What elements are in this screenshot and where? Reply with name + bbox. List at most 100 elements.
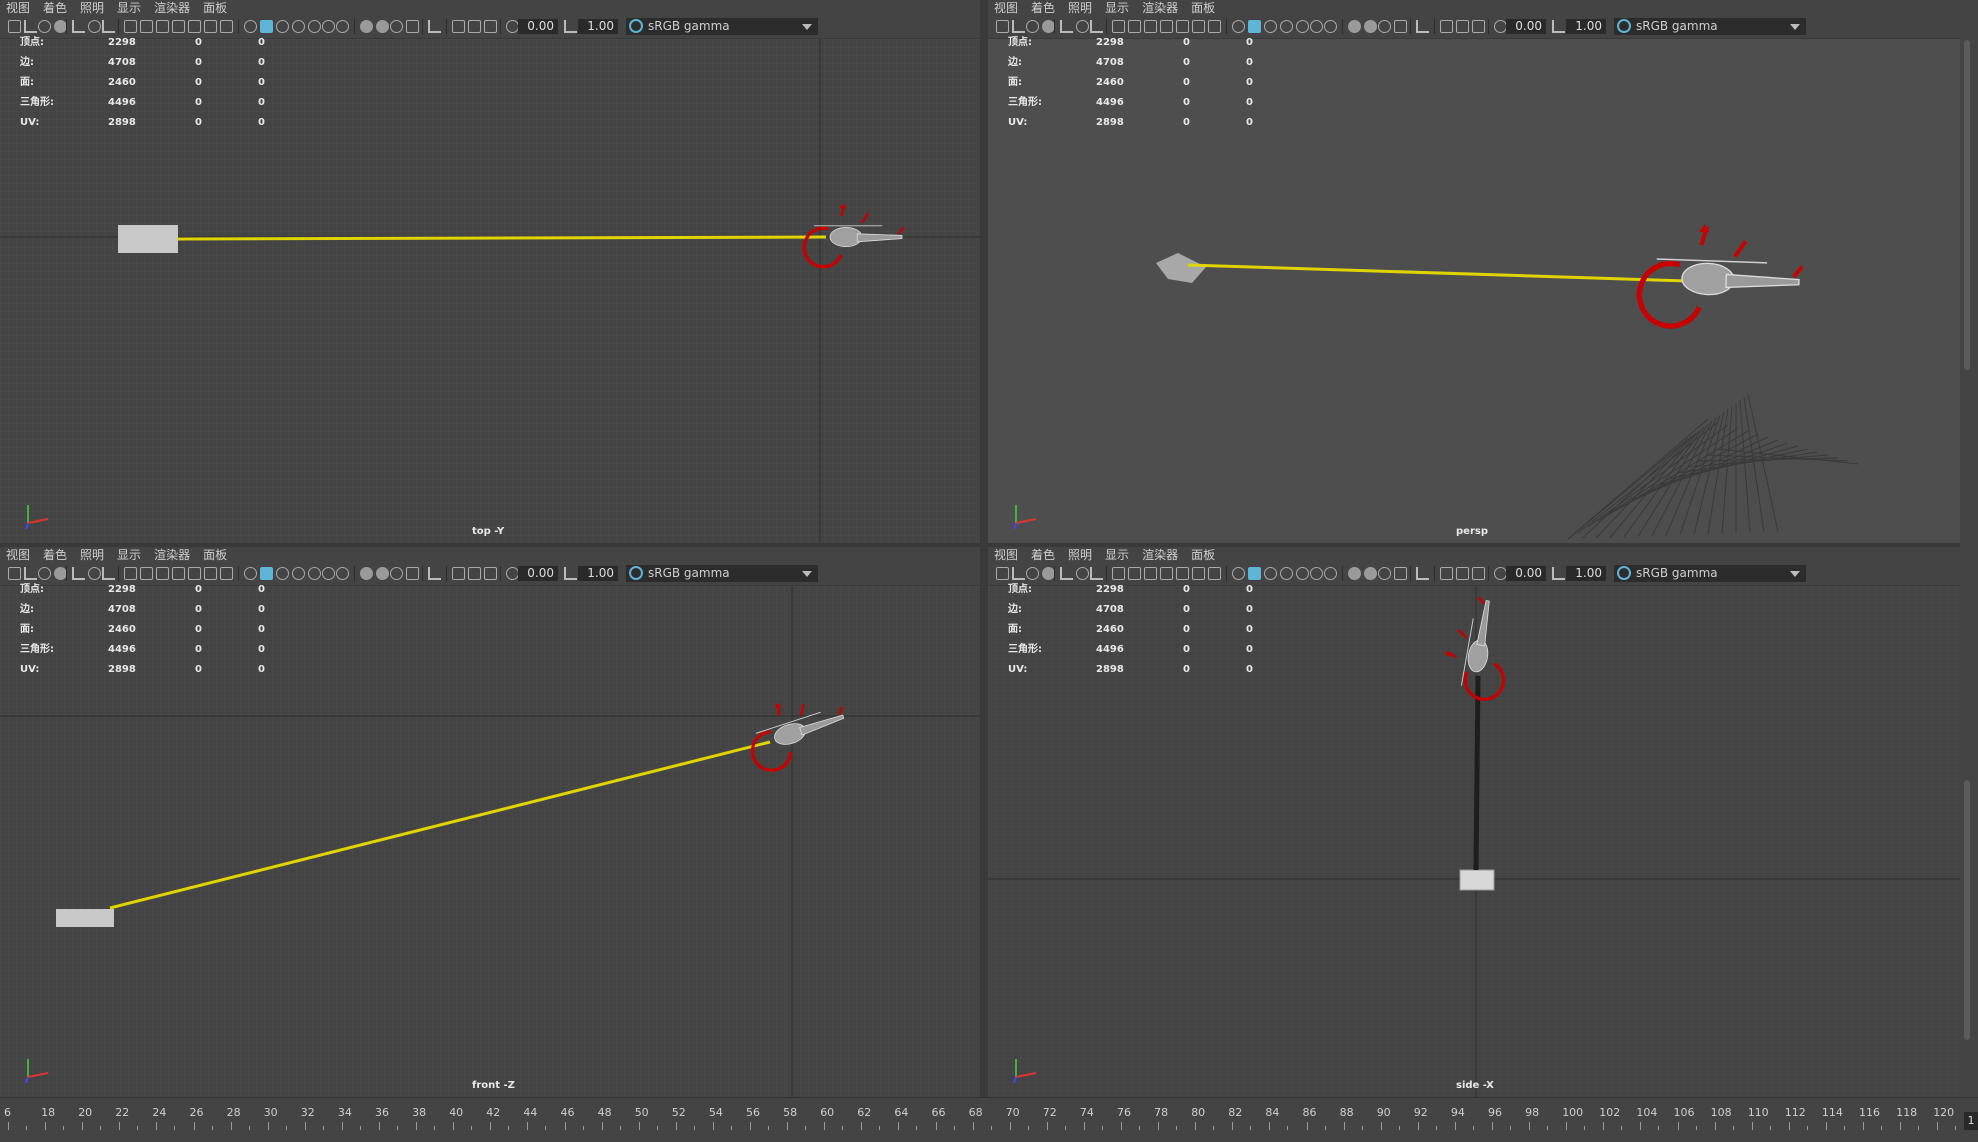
safe-action-icon[interactable] [1192, 567, 1205, 580]
xray-icon[interactable] [1440, 567, 1453, 580]
camera-icon[interactable] [996, 20, 1009, 33]
viewport-canvas[interactable] [0, 39, 980, 543]
grid-icon[interactable] [1112, 567, 1125, 580]
depth-of-field-icon[interactable] [1394, 567, 1407, 580]
menu-item-2[interactable]: 照明 [80, 547, 111, 563]
menu-item-3[interactable]: 显示 [117, 547, 148, 563]
xray-components-icon[interactable] [1472, 20, 1485, 33]
camera-icon[interactable] [8, 20, 21, 33]
textures-icon[interactable] [1280, 20, 1293, 33]
transform-icon[interactable] [88, 20, 101, 33]
magnet-icon[interactable] [72, 20, 85, 33]
menu-item-1[interactable]: 着色 [1031, 0, 1062, 16]
gamma-field[interactable]: 1.00 [578, 566, 618, 581]
brush-icon[interactable] [102, 567, 115, 580]
isolate-icon[interactable] [1416, 567, 1429, 580]
viewport-canvas[interactable] [0, 586, 980, 1097]
transform-icon[interactable] [88, 567, 101, 580]
bookmark-icon[interactable] [38, 20, 51, 33]
xray-icon[interactable] [1440, 20, 1453, 33]
magnet-icon[interactable] [1060, 567, 1073, 580]
colorspace-dropdown[interactable]: sRGB gamma [626, 18, 818, 35]
light-bulb-icon[interactable] [1310, 567, 1323, 580]
resolution-gate-icon[interactable] [1144, 20, 1157, 33]
safe-title-icon[interactable] [1208, 567, 1221, 580]
field-chart-icon[interactable] [1176, 567, 1189, 580]
grid-icon[interactable] [1112, 20, 1125, 33]
wireframe-on-shaded-icon[interactable] [276, 20, 289, 33]
ao-icon[interactable] [360, 20, 373, 33]
shading-cube-icon[interactable] [260, 20, 273, 33]
field-chart-icon[interactable] [188, 567, 201, 580]
menu-item-1[interactable]: 着色 [43, 0, 74, 16]
gate-mask-icon[interactable] [1160, 567, 1173, 580]
viewport-persp[interactable]: 视图 着色 照明 显示 渲染器 面板 0.00 1.00 sRGB gamma 顶点: 2298 0 0… [988, 0, 1960, 543]
menu-item-0[interactable]: 视图 [994, 0, 1025, 16]
resolution-gate-icon[interactable] [156, 20, 169, 33]
grid-icon[interactable] [124, 20, 137, 33]
ao-icon[interactable] [360, 567, 373, 580]
menu-item-1[interactable]: 着色 [1031, 547, 1062, 563]
safe-action-icon[interactable] [1192, 20, 1205, 33]
exposure-field[interactable]: 0.00 [1506, 19, 1546, 34]
menu-item-4[interactable]: 渲染器 [1142, 547, 1185, 563]
motion-blur-icon[interactable] [376, 567, 389, 580]
menu-item-2[interactable]: 照明 [1068, 547, 1099, 563]
shading-cube-icon[interactable] [260, 567, 273, 580]
wireframe-on-shaded-icon[interactable] [1264, 20, 1277, 33]
viewport-canvas[interactable] [988, 586, 1960, 1097]
viewport-svg[interactable] [988, 39, 1960, 543]
viewport-front[interactable]: 视图 着色 照明 显示 渲染器 面板 0.00 1.00 sRGB gamma 顶点: 2298 0 0… [0, 547, 980, 1097]
viewport-top[interactable]: 视图 着色 照明 显示 渲染器 面板 0.00 1.00 sRGB gamma 顶点: 2298 0 0… [0, 0, 980, 543]
scrollbar-thumb[interactable] [1964, 780, 1970, 1040]
menu-item-0[interactable]: 视图 [994, 547, 1025, 563]
xray-joints-icon[interactable] [468, 567, 481, 580]
brush-icon[interactable] [102, 20, 115, 33]
film-gate-icon[interactable] [1128, 567, 1141, 580]
menu-item-2[interactable]: 照明 [80, 0, 111, 16]
safe-title-icon[interactable] [220, 567, 233, 580]
gate-mask-icon[interactable] [172, 567, 185, 580]
scrollbar-thumb[interactable] [1964, 40, 1970, 370]
camera-icon[interactable] [996, 567, 1009, 580]
depth-of-field-icon[interactable] [406, 20, 419, 33]
safe-action-icon[interactable] [204, 20, 217, 33]
bookmark-icon[interactable] [1026, 567, 1039, 580]
aa-icon[interactable] [1378, 20, 1391, 33]
safe-title-icon[interactable] [220, 20, 233, 33]
gamma-field[interactable]: 1.00 [578, 19, 618, 34]
depth-of-field-icon[interactable] [1394, 20, 1407, 33]
camera-select-icon[interactable] [24, 20, 37, 33]
viewport-svg[interactable] [988, 586, 1960, 1097]
camera-select-icon[interactable] [1012, 567, 1025, 580]
exposure-field[interactable]: 0.00 [518, 566, 558, 581]
gamma-icon[interactable] [564, 20, 577, 33]
exposure-field[interactable]: 0.00 [518, 19, 558, 34]
xray-components-icon[interactable] [484, 567, 497, 580]
shadows-icon[interactable] [336, 20, 349, 33]
viewport-svg[interactable] [0, 586, 980, 1097]
gate-mask-icon[interactable] [172, 20, 185, 33]
colorspace-dropdown[interactable]: sRGB gamma [1614, 565, 1806, 582]
grid-icon[interactable] [124, 567, 137, 580]
menu-item-3[interactable]: 显示 [1105, 547, 1136, 563]
menu-item-5[interactable]: 面板 [203, 547, 234, 563]
menu-item-2[interactable]: 照明 [1068, 0, 1099, 16]
time-slider[interactable]: 1 6 18 20 22 24 26 28 30 32 34 36 38 40 42 44 46 48 50 52 5… [0, 1097, 1978, 1142]
isolate-icon[interactable] [428, 567, 441, 580]
xray-joints-icon[interactable] [1456, 20, 1469, 33]
xray-icon[interactable] [452, 567, 465, 580]
film-gate-icon[interactable] [140, 20, 153, 33]
magnet-icon[interactable] [1060, 20, 1073, 33]
menu-item-5[interactable]: 面板 [1191, 547, 1222, 563]
isolate-icon[interactable] [428, 20, 441, 33]
aa-icon[interactable] [1378, 567, 1391, 580]
shadows-icon[interactable] [336, 567, 349, 580]
shadows-icon[interactable] [1324, 567, 1337, 580]
camera-select-icon[interactable] [24, 567, 37, 580]
colorspace-dropdown[interactable]: sRGB gamma [1614, 18, 1806, 35]
film-gate-icon[interactable] [140, 567, 153, 580]
bookmark-icon[interactable] [1026, 20, 1039, 33]
viewport-side[interactable]: 视图 着色 照明 显示 渲染器 面板 0.00 1.00 sRGB gamma 顶点: 2298 0 0… [988, 547, 1960, 1097]
depth-of-field-icon[interactable] [406, 567, 419, 580]
